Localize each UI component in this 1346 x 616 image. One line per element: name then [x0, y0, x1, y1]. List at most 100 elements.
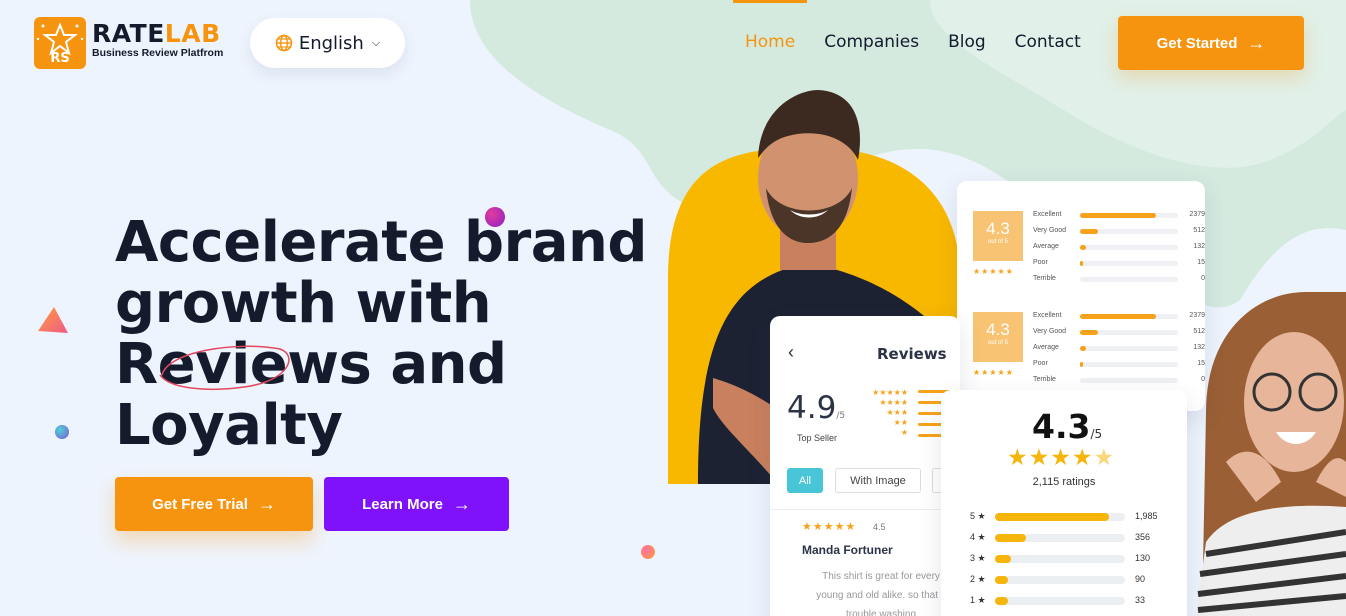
reviewer-name: Manda Fortuner [802, 543, 893, 557]
summary-row: Average 132 [1033, 243, 1205, 253]
ratings-row-count: 130 [1135, 553, 1151, 563]
ratings-row-count: 356 [1135, 532, 1151, 542]
summary-row-label: Very Good [1033, 328, 1067, 335]
arrow-right-icon: → [452, 493, 471, 514]
get-started-button[interactable]: Get Started → [1118, 16, 1304, 70]
ratings-card: 4.3/5 ★★★★★ 2,115 ratings 5 ★ 1,985 4 ★ 35… [941, 390, 1187, 616]
score-box: 4.3 out of 5 [973, 312, 1023, 362]
bar-fill [1080, 330, 1098, 335]
bar-fill [1080, 346, 1086, 351]
summary-score: 4.3 [986, 320, 1010, 339]
ratings-row-count: 33 [1135, 595, 1146, 605]
bar-fill [995, 576, 1008, 584]
ratings-row-label: 5 ★ [970, 511, 986, 521]
ratings-row-label: 3 ★ [970, 553, 986, 563]
reviews-score: 4.9/5 [787, 390, 845, 426]
tab-with-image[interactable]: With Image [835, 468, 921, 493]
language-selector[interactable]: English ⌵ [250, 18, 405, 68]
back-icon[interactable]: ‹ [788, 342, 794, 363]
main-nav: Home Companies Blog Contact [745, 32, 1110, 52]
ratings-row-label: 2 ★ [970, 574, 986, 584]
summary-row-bar [1080, 245, 1178, 250]
bar-fill [995, 534, 1027, 542]
nav-item-contact[interactable]: Contact [1015, 32, 1081, 52]
summary-row: Very Good 512 [1033, 328, 1205, 338]
logo-text: RATELAB Business Review Platfrom [92, 21, 224, 60]
bar-fill [1080, 229, 1098, 234]
summary-row-count: 0 [1201, 376, 1205, 383]
learn-more-button[interactable]: Learn More → [324, 477, 509, 531]
logo-badge-text: RS [50, 51, 70, 66]
top-seller-badge: Top Seller [797, 433, 838, 443]
bar-fill [1080, 245, 1086, 250]
ratings-row-bar [995, 534, 1125, 542]
reviews-score-value: 4.9 [787, 390, 837, 426]
ratings-row-label: 1 ★ [970, 595, 986, 605]
summary-row-label: Poor [1033, 259, 1048, 266]
get-started-label: Get Started [1156, 34, 1238, 52]
rating-summary-card: 4.3 out of 5 ★★★★★ Excellent 2379 Very Go… [957, 181, 1205, 411]
hero-title: Accelerate brand growth with Reviews and… [115, 210, 647, 458]
ratings-row-count: 90 [1135, 574, 1146, 584]
summary-row-count: 15 [1197, 360, 1205, 367]
summary-row-bar [1080, 261, 1178, 266]
review-body: This shirt is great for every young and … [806, 567, 956, 616]
summary-row-count: 15 [1197, 259, 1205, 266]
tab-all[interactable]: All [787, 468, 823, 493]
nav-item-blog[interactable]: Blog [948, 32, 986, 52]
woman-photo [1196, 292, 1346, 616]
summary-row: Terrible 0 [1033, 275, 1205, 285]
summary-row: Poor 15 [1033, 360, 1205, 370]
hero-title-line-4: Loyalty [115, 393, 343, 458]
decor-dot-pink [641, 545, 655, 559]
decor-dot-teal [55, 425, 69, 439]
summary-score-caption: out of 5 [987, 340, 1008, 346]
summary-row-bar [1080, 362, 1178, 367]
bar-fill [995, 513, 1110, 521]
summary-row-bar [1080, 346, 1178, 351]
bar-fill [1080, 362, 1083, 367]
star-distribution-icon: ★★★★★ ★★★★ ★★★ ★★ ★ [872, 388, 908, 437]
brand-logo[interactable]: RS RATELAB Business Review Platfrom [34, 17, 223, 69]
rating-summary-block: 4.3 out of 5 ★★★★★ Excellent 2379 Very Go… [973, 298, 1205, 383]
nav-item-home[interactable]: Home [745, 32, 795, 52]
summary-row-label: Excellent [1033, 312, 1062, 319]
ratings-row: 5 ★ 1,985 [970, 511, 1180, 523]
summary-row-bar [1080, 314, 1178, 319]
review-body-line: trouble washing [845, 609, 917, 616]
ratings-row: 1 ★ 33 [970, 595, 1180, 607]
summary-row: Average 132 [1033, 344, 1205, 354]
summary-row: Terrible 0 [1033, 376, 1205, 386]
summary-row-count: 132 [1193, 243, 1205, 250]
decor-triangle [38, 307, 68, 333]
summary-row: Excellent 2379 [1033, 211, 1205, 221]
globe-icon [275, 34, 293, 52]
nav-item-companies[interactable]: Companies [824, 32, 919, 52]
summary-row-count: 0 [1201, 275, 1205, 282]
ratings-row-bar [995, 513, 1125, 521]
ratings-row-bar [995, 597, 1125, 605]
summary-row-label: Very Good [1033, 227, 1067, 234]
summary-row-count: 2379 [1189, 312, 1205, 319]
summary-row-label: Terrible [1033, 376, 1056, 383]
nav-active-indicator [733, 0, 807, 3]
summary-score-caption: out of 5 [987, 239, 1008, 245]
bar-fill [995, 597, 1008, 605]
summary-row-bar [1080, 229, 1178, 234]
ratings-row: 4 ★ 356 [970, 532, 1180, 544]
review-body-line: young and old alike. so that y [816, 590, 946, 601]
divider [770, 509, 960, 510]
summary-row-count: 512 [1193, 227, 1205, 234]
summary-row-count: 512 [1193, 328, 1205, 335]
ratings-score: 4.3/5 [1032, 407, 1102, 446]
hero-title-line-1: Accelerate brand [115, 210, 647, 275]
get-free-trial-button[interactable]: Get Free Trial → [115, 477, 313, 531]
logo-tagline: Business Review Platfrom [92, 47, 224, 59]
highlight-circle-mark [159, 345, 290, 391]
summary-row-bar [1080, 277, 1178, 282]
reviews-card-title: Reviews [877, 345, 947, 363]
ratings-stars: ★★★★★ [1007, 444, 1115, 471]
reviews-score-max: /5 [836, 411, 846, 421]
half-star-icon: ★ [1093, 444, 1116, 470]
rating-summary-block: 4.3 out of 5 ★★★★★ Excellent 2379 Very Go… [973, 197, 1205, 282]
